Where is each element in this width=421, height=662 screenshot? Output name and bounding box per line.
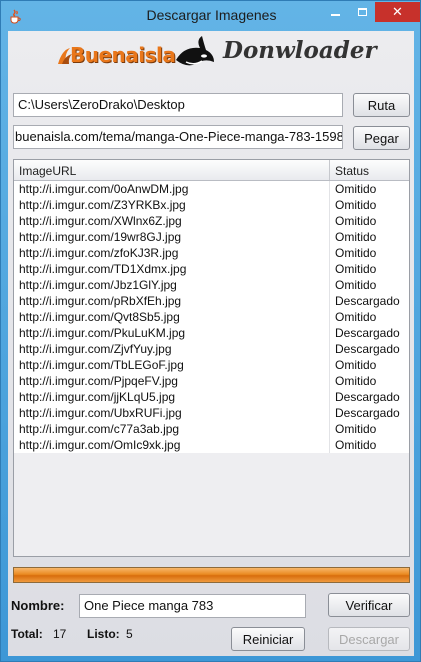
buenaisla-logo: Buenaisla <box>56 36 216 76</box>
table-header: ImageURL Status <box>14 160 409 181</box>
table-row[interactable]: http://i.imgur.com/TbLEGoF.jpg Omitido <box>14 357 409 373</box>
table-row[interactable]: http://i.imgur.com/Z3YRKBx.jpg Omitido <box>14 197 409 213</box>
cell-image-url: http://i.imgur.com/19wr8GJ.jpg <box>14 229 330 245</box>
cell-image-url: http://i.imgur.com/jjKLqU5.jpg <box>14 389 330 405</box>
cell-status: Omitido <box>335 198 377 212</box>
cell-image-url: http://i.imgur.com/UbxRUFi.jpg <box>14 405 330 421</box>
cell-status: Omitido <box>335 246 377 260</box>
cell-status: Omitido <box>335 262 377 276</box>
table-row[interactable]: http://i.imgur.com/XWlnx6Z.jpg Omitido <box>14 213 409 229</box>
title-bar[interactable]: Descargar Imagenes ✕ <box>1 1 421 31</box>
app-window: Descargar Imagenes ✕ Buenaisla Donwloade… <box>0 0 421 662</box>
table-row[interactable]: http://i.imgur.com/pRbXfEh.jpg Descargado <box>14 293 409 309</box>
table-row[interactable]: http://i.imgur.com/ZjvfYuy.jpg Descargado <box>14 341 409 357</box>
table-row[interactable]: http://i.imgur.com/PjpqeFV.jpg Omitido <box>14 373 409 389</box>
minimize-icon <box>331 14 340 16</box>
cell-image-url: http://i.imgur.com/0oAnwDM.jpg <box>14 181 330 197</box>
cell-image-url: http://i.imgur.com/XWlnx6Z.jpg <box>14 213 330 229</box>
column-header-imageurl[interactable]: ImageURL <box>14 160 330 180</box>
column-header-status[interactable]: Status <box>330 160 409 180</box>
cell-image-url: http://i.imgur.com/pRbXfEh.jpg <box>14 293 330 309</box>
cell-image-url: http://i.imgur.com/TD1Xdmx.jpg <box>14 261 330 277</box>
cell-status: Omitido <box>335 182 377 196</box>
table-row[interactable]: http://i.imgur.com/19wr8GJ.jpg Omitido <box>14 229 409 245</box>
total-label: Total: <box>11 627 43 641</box>
cell-image-url: http://i.imgur.com/zfoKJ3R.jpg <box>14 245 330 261</box>
verificar-button[interactable]: Verificar <box>328 593 410 617</box>
ruta-button[interactable]: Ruta <box>353 93 410 117</box>
close-icon: ✕ <box>392 4 403 20</box>
table-row[interactable]: http://i.imgur.com/Qvt8Sb5.jpg Omitido <box>14 309 409 325</box>
table-row[interactable]: http://i.imgur.com/0oAnwDM.jpg Omitido <box>14 181 409 197</box>
main-panel: Buenaisla Donwloader C:\Users\ZeroDrako\… <box>8 31 414 656</box>
cell-image-url: http://i.imgur.com/Z3YRKBx.jpg <box>14 197 330 213</box>
cell-status: Omitido <box>335 358 377 372</box>
maximize-button[interactable] <box>349 2 375 22</box>
image-table[interactable]: ImageURL Status http://i.imgur.com/0oAnw… <box>13 159 410 557</box>
cell-status: Omitido <box>335 310 377 324</box>
cell-status: Descargado <box>335 342 400 356</box>
cell-image-url: http://i.imgur.com/OmIc9xk.jpg <box>14 437 330 453</box>
cell-image-url: http://i.imgur.com/Jbz1GlY.jpg <box>14 277 330 293</box>
maximize-icon <box>357 8 367 16</box>
cell-status: Omitido <box>335 214 377 228</box>
cell-status: Omitido <box>335 374 377 388</box>
cell-status: Omitido <box>335 438 377 452</box>
pegar-button[interactable]: Pegar <box>353 126 410 150</box>
cell-status: Descargado <box>335 294 400 308</box>
reiniciar-button[interactable]: Reiniciar <box>231 627 305 651</box>
table-row[interactable]: http://i.imgur.com/TD1Xdmx.jpg Omitido <box>14 261 409 277</box>
url-input[interactable]: buenaisla.com/tema/manga-One-Piece-manga… <box>13 125 343 149</box>
cell-status: Descargado <box>335 326 400 340</box>
listo-value: 5 <box>126 627 133 641</box>
minimize-button[interactable] <box>322 2 349 22</box>
total-value: 17 <box>53 627 67 641</box>
nombre-label: Nombre: <box>11 598 65 613</box>
cell-image-url: http://i.imgur.com/TbLEGoF.jpg <box>14 357 330 373</box>
table-row[interactable]: http://i.imgur.com/jjKLqU5.jpg Descargado <box>14 389 409 405</box>
cell-image-url: http://i.imgur.com/c77a3ab.jpg <box>14 421 330 437</box>
table-row[interactable]: http://i.imgur.com/UbxRUFi.jpg Descargado <box>14 405 409 421</box>
table-row[interactable]: http://i.imgur.com/Jbz1GlY.jpg Omitido <box>14 277 409 293</box>
logo-text: Buenaisla <box>70 43 176 67</box>
table-row[interactable]: http://i.imgur.com/PkuLuKM.jpg Descargado <box>14 325 409 341</box>
nombre-input[interactable]: One Piece manga 783 <box>79 594 306 618</box>
cell-status: Descargado <box>335 390 400 404</box>
orca-icon <box>176 36 214 66</box>
table-row[interactable]: http://i.imgur.com/zfoKJ3R.jpg Omitido <box>14 245 409 261</box>
app-brand-title: Donwloader <box>223 37 377 64</box>
progress-fill <box>14 568 409 582</box>
download-progress-bar <box>13 567 410 583</box>
table-row[interactable]: http://i.imgur.com/OmIc9xk.jpg Omitido <box>14 437 409 453</box>
cell-status: Omitido <box>335 278 377 292</box>
table-body: http://i.imgur.com/0oAnwDM.jpg Omitido htt… <box>14 181 409 453</box>
cell-image-url: http://i.imgur.com/PkuLuKM.jpg <box>14 325 330 341</box>
cell-image-url: http://i.imgur.com/ZjvfYuy.jpg <box>14 341 330 357</box>
descargar-button[interactable]: Descargar <box>328 627 410 651</box>
cell-image-url: http://i.imgur.com/Qvt8Sb5.jpg <box>14 309 330 325</box>
cell-image-url: http://i.imgur.com/PjpqeFV.jpg <box>14 373 330 389</box>
path-input[interactable]: C:\Users\ZeroDrako\Desktop <box>13 93 343 117</box>
listo-label: Listo: <box>87 627 120 641</box>
table-row[interactable]: http://i.imgur.com/c77a3ab.jpg Omitido <box>14 421 409 437</box>
cell-status: Omitido <box>335 422 377 436</box>
cell-status: Omitido <box>335 230 377 244</box>
cell-status: Descargado <box>335 406 400 420</box>
close-button[interactable]: ✕ <box>375 2 420 22</box>
